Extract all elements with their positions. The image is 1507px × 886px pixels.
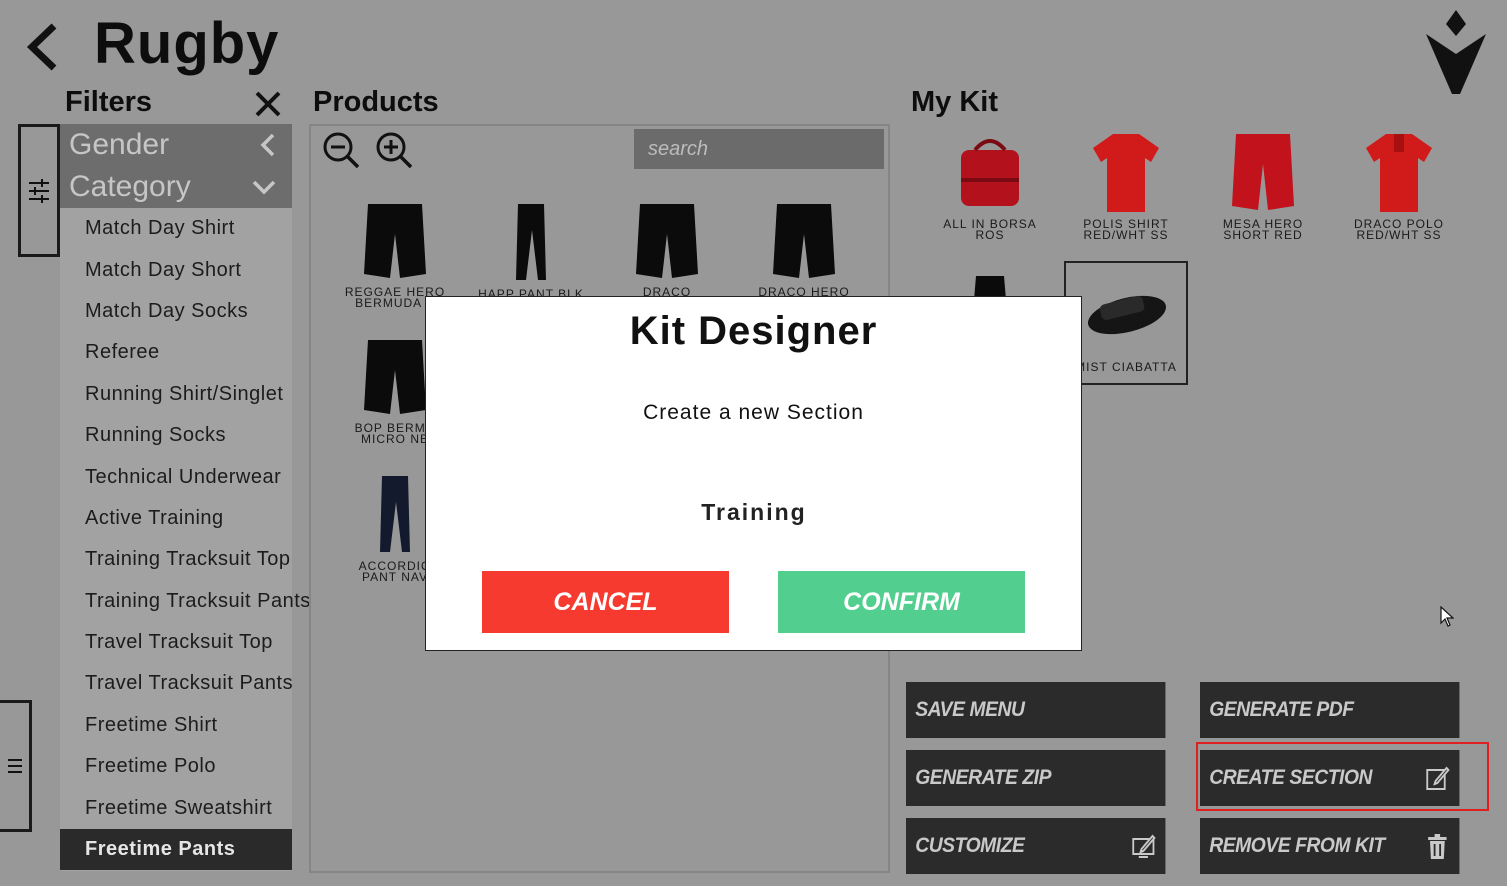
- mouse-cursor-icon: [1440, 605, 1455, 628]
- dialog-prompt: Create a new Section: [643, 401, 864, 424]
- kit-item[interactable]: MESA HERO SHORT RED: [1201, 130, 1325, 245]
- filter-category-item[interactable]: Running Socks: [60, 415, 292, 456]
- pants-image: [516, 204, 546, 280]
- category-filter-label: Category: [69, 170, 191, 203]
- kit-item-name-2: SHORT RED: [1223, 228, 1303, 242]
- generate-zip-button[interactable]: GENERATE ZIP: [906, 750, 1166, 806]
- remove-from-kit-label: REMOVE FROM KIT: [1209, 834, 1385, 857]
- save-menu-label: SAVE MENU: [915, 698, 1025, 721]
- products-title: Products: [313, 86, 439, 118]
- filter-category-item[interactable]: Match Day Shirt: [60, 208, 292, 249]
- kit-item[interactable]: POLIS SHIRT RED/WHT SS: [1064, 130, 1188, 245]
- kit-item-name: MIST CIABATTA: [1075, 360, 1177, 374]
- create-section-highlight: [1196, 742, 1489, 811]
- search-input[interactable]: [634, 129, 884, 169]
- sliders-icon: [29, 178, 49, 203]
- filter-panel: Gender Category Match Day Shirt Match Day…: [60, 124, 310, 871]
- back-button[interactable]: [24, 22, 64, 72]
- category-filter-header[interactable]: Category: [60, 166, 292, 208]
- filter-category-item[interactable]: Technical Underwear: [60, 456, 292, 497]
- filter-category-item[interactable]: Freetime Shirt: [60, 705, 292, 746]
- shorts-image: [1232, 134, 1294, 210]
- filter-category-item[interactable]: Match Day Short: [60, 249, 292, 290]
- my-kit-title: My Kit: [911, 86, 998, 118]
- dialog-title: Kit Designer: [629, 309, 878, 353]
- generate-pdf-label: GENERATE PDF: [1209, 698, 1354, 721]
- chevron-down-icon: [252, 180, 276, 195]
- filter-category-item[interactable]: Freetime Pants: [60, 828, 292, 871]
- filter-category-item[interactable]: Training Tracksuit Top: [60, 539, 292, 580]
- chevron-left-icon: [260, 133, 275, 157]
- filter-category-item[interactable]: Travel Tracksuit Pants: [60, 663, 293, 704]
- cancel-button[interactable]: CANCEL: [482, 571, 729, 633]
- shorts-image: [636, 204, 698, 278]
- menu-toggle-button[interactable]: [0, 700, 32, 832]
- brand-logo: [1420, 10, 1492, 96]
- section-name-input[interactable]: [554, 495, 954, 529]
- trash-icon: [1428, 834, 1447, 859]
- shorts-image: [773, 204, 835, 278]
- gender-filter-label: Gender: [69, 128, 170, 161]
- kit-item-name-2: RED/WHT SS: [1083, 228, 1169, 242]
- filter-category-item[interactable]: Travel Tracksuit Top: [60, 622, 292, 663]
- filter-category-item[interactable]: Referee: [60, 332, 292, 373]
- zoom-in-button[interactable]: [374, 130, 414, 170]
- kit-item-selected[interactable]: MIST CIABATTA: [1064, 261, 1188, 385]
- chevron-left-icon: [26, 23, 57, 71]
- filter-category-item[interactable]: Freetime Polo: [60, 746, 292, 787]
- filter-toggle-button[interactable]: [18, 124, 60, 257]
- pants-image: [380, 476, 410, 552]
- shorts-image: [364, 340, 426, 414]
- zoom-out-icon: [323, 132, 360, 169]
- filter-category-item[interactable]: Match Day Socks: [60, 291, 292, 332]
- filters-title: Filters: [65, 86, 153, 118]
- close-filters-button[interactable]: [254, 90, 282, 118]
- shorts-image: [364, 204, 426, 278]
- filter-category-item[interactable]: Freetime Sweatshirt: [60, 787, 292, 828]
- gender-filter-header[interactable]: Gender: [60, 124, 292, 166]
- confirm-button[interactable]: CONFIRM: [778, 571, 1025, 633]
- customize-button[interactable]: CUSTOMIZE: [906, 818, 1166, 874]
- kit-item[interactable]: DRACO POLO RED/WHT SS: [1337, 130, 1461, 245]
- close-icon: [255, 91, 281, 117]
- filter-category-item[interactable]: Active Training: [60, 498, 292, 539]
- kit-item-name-2: RED/WHT SS: [1356, 228, 1442, 242]
- save-menu-button[interactable]: SAVE MENU: [906, 682, 1166, 738]
- slipper-image: [1087, 295, 1167, 335]
- customize-edit-icon: [1132, 834, 1156, 858]
- kit-item-name-2: ROS: [975, 228, 1005, 242]
- zoom-in-icon: [376, 132, 413, 169]
- hamburger-icon: [7, 759, 22, 773]
- page-title: Rugby: [94, 11, 280, 76]
- customize-label: CUSTOMIZE: [915, 834, 1025, 857]
- kit-designer-dialog: Kit Designer Create a new Section CANCEL…: [425, 296, 1082, 651]
- category-list: Match Day Shirt Match Day Short Match Day …: [60, 208, 310, 871]
- filter-category-item[interactable]: Running Shirt/Singlet: [60, 374, 292, 415]
- remove-from-kit-button[interactable]: REMOVE FROM KIT: [1200, 818, 1460, 874]
- polo-image: [1366, 134, 1432, 212]
- shirt-image: [1093, 134, 1159, 212]
- zoom-out-button[interactable]: [321, 130, 361, 170]
- generate-pdf-button[interactable]: GENERATE PDF: [1200, 682, 1460, 738]
- filter-category-item[interactable]: Training Tracksuit Pants: [60, 581, 310, 622]
- generate-zip-label: GENERATE ZIP: [915, 766, 1052, 789]
- bag-image: [961, 139, 1019, 206]
- kit-item[interactable]: ALL IN BORSA ROS: [928, 130, 1052, 245]
